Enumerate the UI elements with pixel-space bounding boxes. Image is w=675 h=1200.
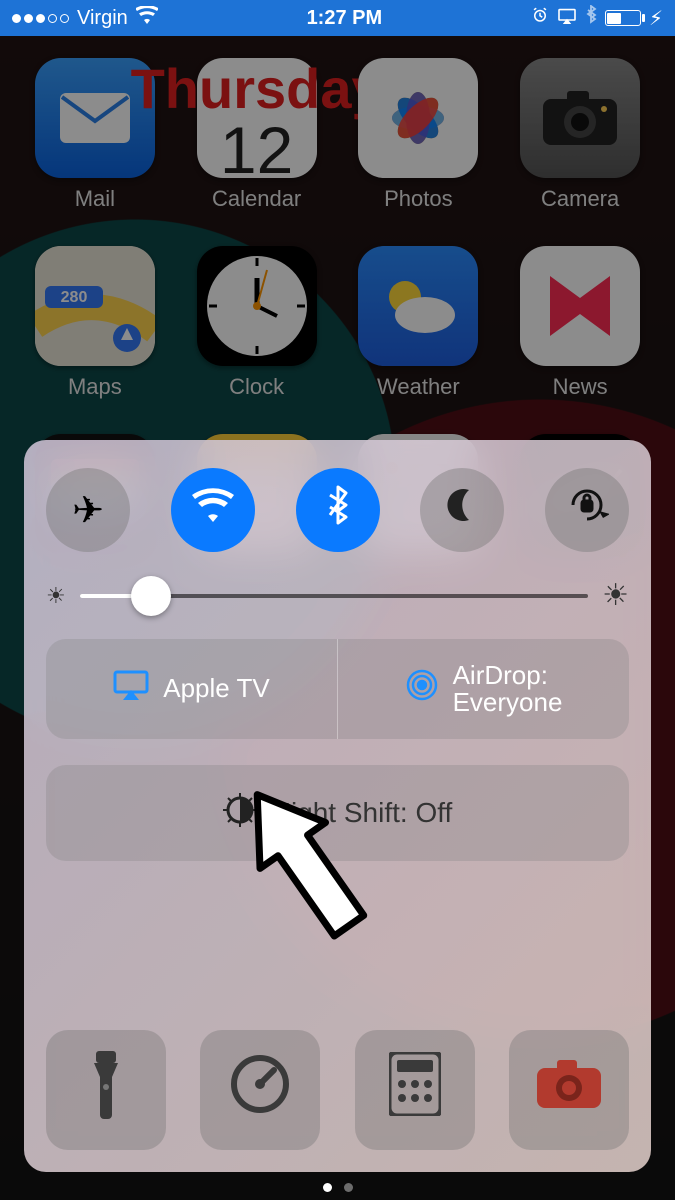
page-indicator[interactable]	[0, 1183, 675, 1192]
airplay-button[interactable]: Apple TV	[46, 639, 337, 739]
orientation-lock-toggle[interactable]	[545, 468, 629, 552]
airdrop-label: AirDrop: Everyone	[453, 662, 563, 717]
night-shift-label: Night Shift: Off	[271, 797, 453, 829]
slider-thumb[interactable]	[131, 576, 171, 616]
signal-dots-icon	[12, 14, 69, 23]
control-center: ✈ ☀︎ ☀︎ Apple TV	[24, 440, 651, 1172]
airdrop-label-top: AirDrop:	[453, 660, 548, 690]
flashlight-button[interactable]	[46, 1030, 166, 1150]
timer-icon	[228, 1052, 292, 1129]
night-shift-button[interactable]: Night Shift: Off	[46, 765, 629, 861]
airplay-icon	[113, 670, 149, 708]
night-shift-icon	[223, 793, 257, 834]
dnd-toggle[interactable]	[420, 468, 504, 552]
airdrop-button[interactable]: AirDrop: Everyone	[337, 639, 629, 739]
bluetooth-status-icon	[585, 5, 597, 31]
airplay-label: Apple TV	[163, 675, 269, 702]
wifi-icon	[192, 488, 234, 532]
calculator-button[interactable]	[355, 1030, 475, 1150]
toggle-row: ✈	[46, 468, 629, 552]
status-time: 1:27 PM	[307, 7, 383, 30]
airdrop-icon	[405, 668, 439, 710]
bluetooth-toggle[interactable]	[296, 468, 380, 552]
battery-icon	[605, 10, 641, 26]
bluetooth-icon	[326, 484, 350, 536]
shortcut-row	[46, 1030, 629, 1150]
media-row: Apple TV AirDrop: Everyone	[46, 639, 629, 739]
airplane-icon: ✈	[72, 488, 104, 533]
carrier-label: Virgin	[77, 7, 128, 30]
brightness-high-icon: ☀︎	[602, 578, 629, 613]
slider-track	[80, 594, 588, 598]
lock-rotation-icon	[565, 483, 609, 537]
timer-button[interactable]	[200, 1030, 320, 1150]
camera-shortcut-button[interactable]	[509, 1030, 629, 1150]
page-dot	[344, 1183, 353, 1192]
flashlight-icon	[86, 1049, 126, 1132]
airplane-toggle[interactable]: ✈	[46, 468, 130, 552]
moon-icon	[443, 486, 481, 534]
brightness-low-icon: ☀︎	[46, 583, 66, 609]
wifi-status-icon	[136, 6, 158, 30]
charging-icon: ⚡︎	[649, 6, 663, 31]
airdrop-label-value: Everyone	[453, 687, 563, 717]
status-bar: Virgin 1:27 PM ⚡︎	[0, 0, 675, 36]
wifi-toggle[interactable]	[171, 468, 255, 552]
calculator-icon	[389, 1052, 441, 1129]
page-dot	[323, 1183, 332, 1192]
camera-shortcut-icon	[535, 1058, 603, 1123]
brightness-slider[interactable]: ☀︎ ☀︎	[46, 578, 629, 613]
airplay-status-icon	[557, 7, 577, 30]
alarm-icon	[531, 6, 549, 30]
